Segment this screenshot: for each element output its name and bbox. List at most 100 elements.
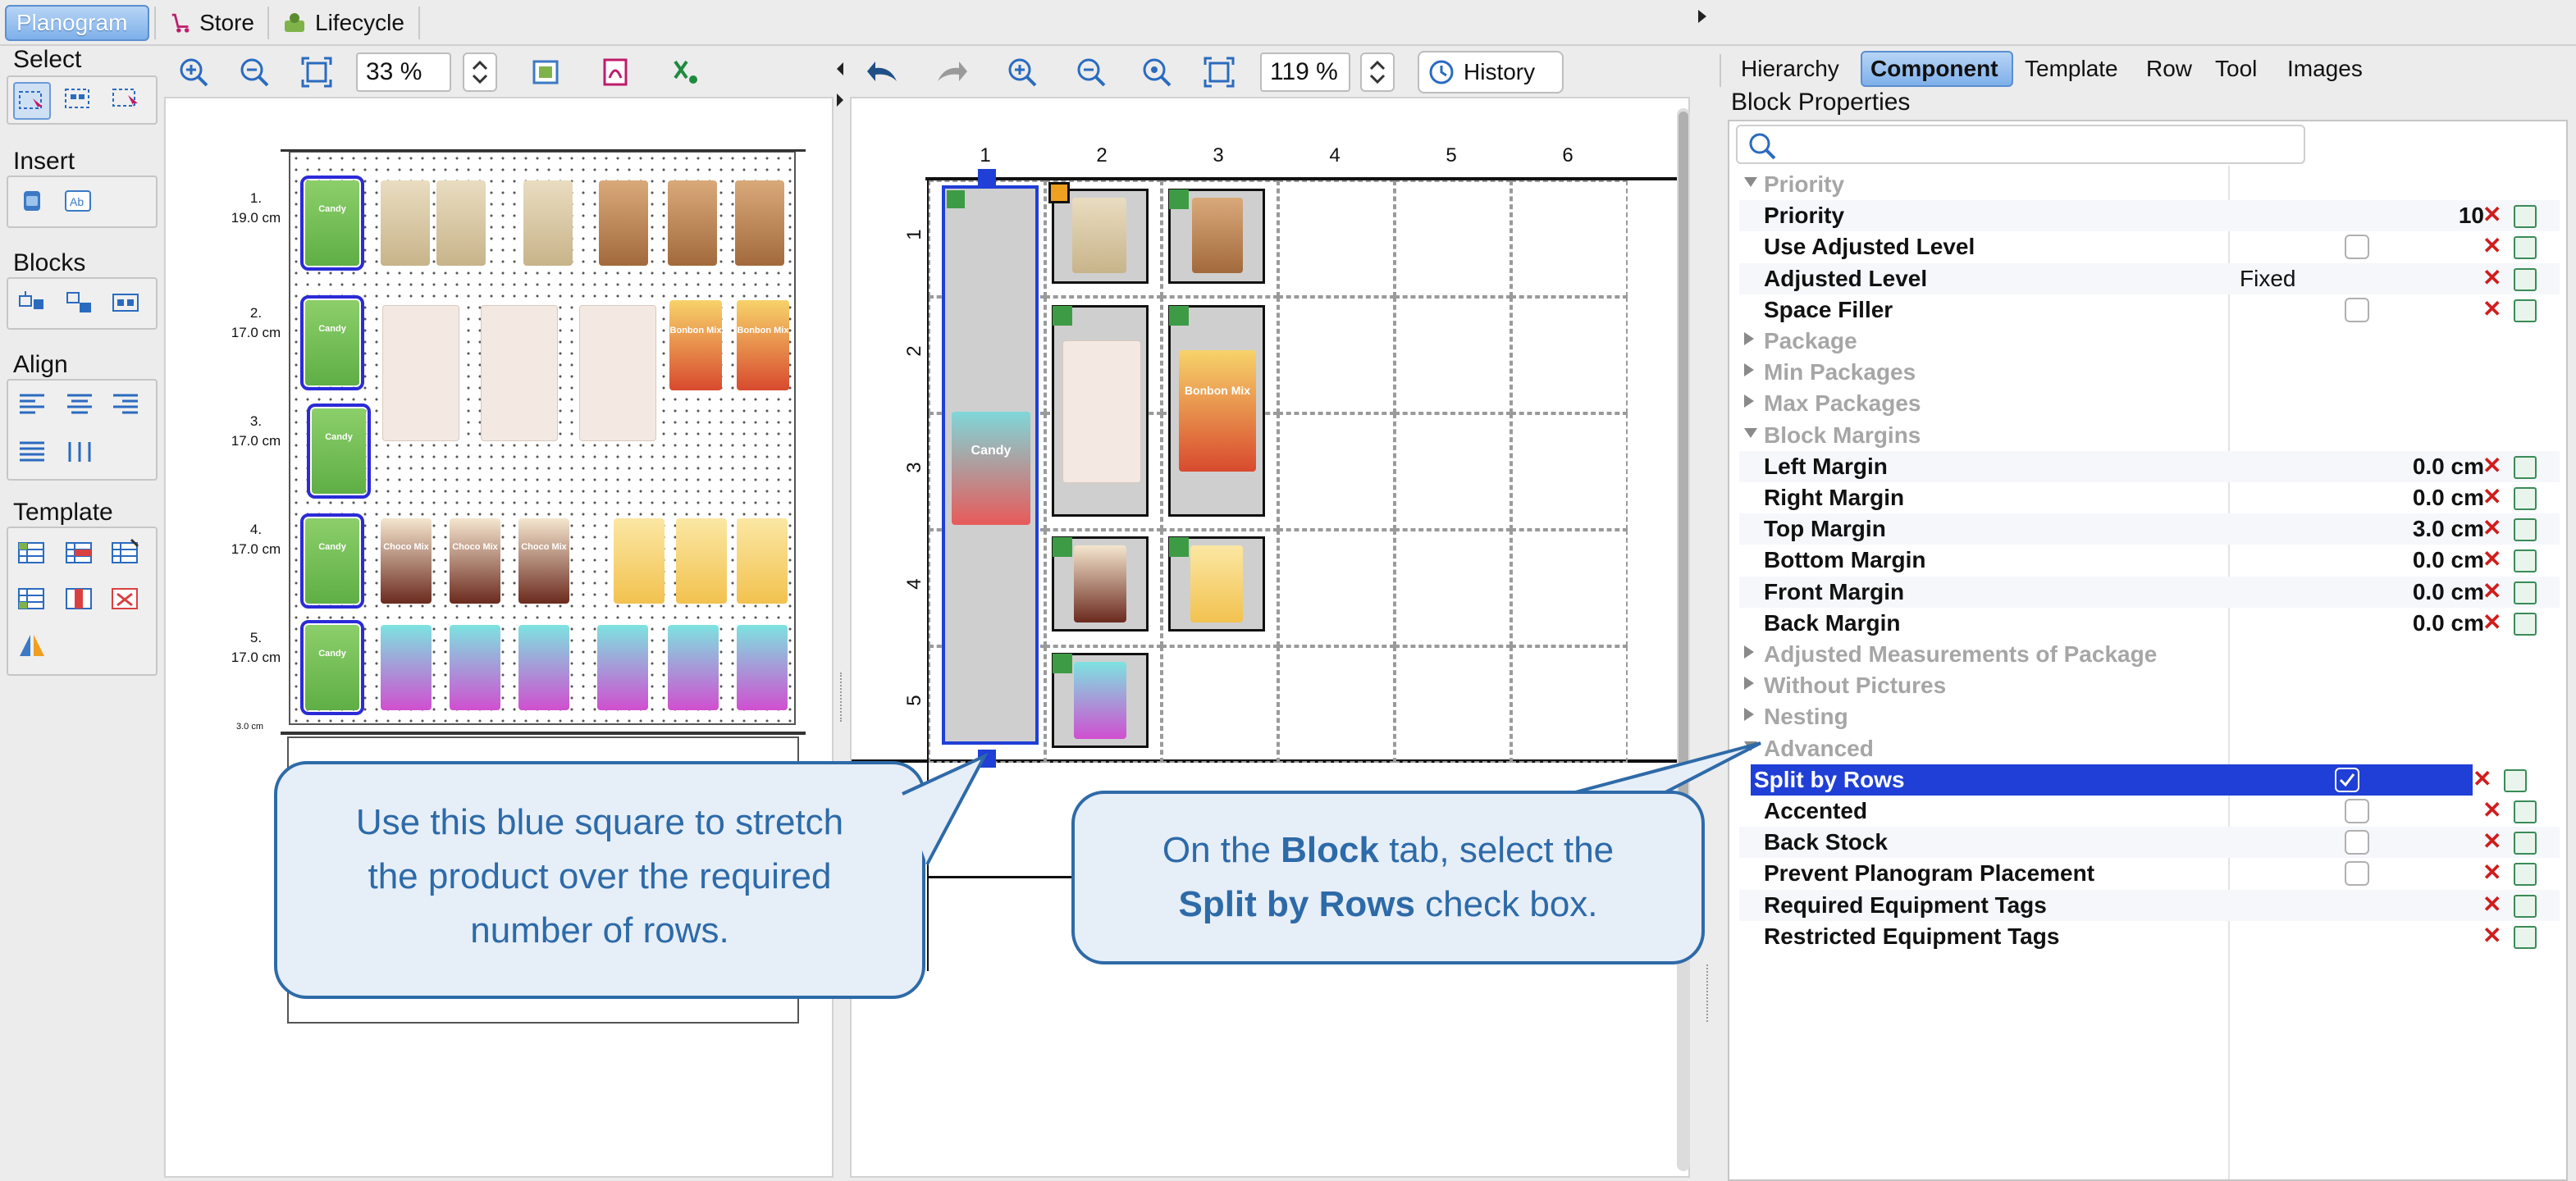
reset-icon[interactable]: ✕: [2473, 765, 2492, 793]
reset-icon[interactable]: ✕: [2482, 859, 2501, 887]
product-pack[interactable]: [597, 625, 648, 710]
export-excel-button[interactable]: [666, 52, 706, 92]
left-zoom-field[interactable]: 33 %: [356, 52, 451, 92]
insert-text-button[interactable]: Ab: [61, 184, 95, 218]
product-pack[interactable]: [599, 180, 648, 266]
property-group[interactable]: Max Packages: [1739, 388, 2560, 419]
property-group[interactable]: Min Packages: [1739, 357, 2560, 388]
tab-component[interactable]: Component: [1861, 51, 2013, 87]
property-row[interactable]: Back Margin 0.0 cm ✕: [1739, 608, 2560, 639]
grid-block[interactable]: [1168, 536, 1265, 632]
tab-images[interactable]: Images: [2279, 51, 2371, 87]
reset-icon[interactable]: ✕: [2482, 577, 2501, 605]
copy-icon[interactable]: [2514, 205, 2537, 229]
grid-fit-button[interactable]: [1199, 52, 1239, 92]
copy-icon[interactable]: [2514, 518, 2537, 542]
vertical-scrollbar[interactable]: [1677, 108, 1690, 1171]
template-clear-button[interactable]: [108, 581, 143, 615]
reset-icon[interactable]: ✕: [2482, 295, 2501, 323]
reset-icon[interactable]: ✕: [2482, 232, 2501, 260]
copy-icon[interactable]: [2514, 581, 2537, 604]
copy-icon[interactable]: [2514, 267, 2537, 291]
property-value[interactable]: 0.0 cm: [2313, 547, 2484, 573]
reset-icon[interactable]: ✕: [2482, 545, 2501, 573]
zoom-actual-button[interactable]: [1137, 52, 1176, 92]
property-row[interactable]: Top Margin 3.0 cm ✕: [1739, 513, 2560, 545]
reset-icon[interactable]: ✕: [2482, 796, 2501, 824]
property-row[interactable]: Back Stock ✕: [1739, 827, 2560, 859]
property-value[interactable]: 3.0 cm: [2313, 516, 2484, 542]
candy-product[interactable]: Candy: [307, 404, 371, 499]
property-group[interactable]: Block Margins: [1739, 420, 2560, 451]
copy-icon[interactable]: [2514, 487, 2537, 510]
copy-icon[interactable]: [2514, 894, 2537, 918]
grid-block[interactable]: [1052, 305, 1149, 517]
choco-product[interactable]: Choco Mix: [518, 518, 569, 604]
export-pdf-button[interactable]: [596, 52, 635, 92]
orange-marker[interactable]: [1048, 182, 1070, 203]
choco-product[interactable]: Choco Mix: [381, 518, 432, 604]
property-checkbox[interactable]: [2345, 235, 2369, 260]
copy-icon[interactable]: [2514, 925, 2537, 949]
copy-icon[interactable]: [2514, 236, 2537, 260]
property-group[interactable]: Adjusted Measurements of Package: [1739, 639, 2560, 670]
zoom-out-button[interactable]: [235, 52, 274, 92]
align-left-button[interactable]: [15, 387, 49, 422]
property-row[interactable]: Space Filler ✕: [1739, 294, 2560, 326]
reset-icon[interactable]: ✕: [2482, 483, 2501, 511]
property-row[interactable]: Split by Rows ✕: [1751, 764, 2527, 796]
product-box[interactable]: [579, 305, 656, 441]
tab-lifecycle[interactable]: Lifecycle: [272, 5, 420, 41]
product-pack[interactable]: [737, 518, 788, 604]
select-pointer-button[interactable]: [13, 82, 51, 120]
property-value[interactable]: Fixed: [2240, 266, 2295, 292]
scrollbar-thumb[interactable]: [1679, 112, 1688, 850]
tab-tool[interactable]: Tool: [2207, 51, 2276, 87]
property-group[interactable]: Package: [1739, 326, 2560, 357]
candy-product[interactable]: Candy: [300, 513, 364, 609]
grid-block[interactable]: Bonbon Mix: [1168, 305, 1265, 517]
product-pack[interactable]: [436, 180, 486, 266]
search-input[interactable]: [1782, 130, 2291, 159]
align-right-button[interactable]: [108, 387, 143, 422]
product-pack[interactable]: [614, 518, 665, 604]
template-mirror-button[interactable]: [15, 628, 49, 663]
reset-icon[interactable]: ✕: [2482, 609, 2501, 636]
undo-button[interactable]: [863, 52, 902, 92]
block-add-button[interactable]: [15, 285, 49, 320]
tab-hierarchy[interactable]: Hierarchy: [1733, 51, 1864, 87]
property-row[interactable]: Front Margin 0.0 cm ✕: [1739, 576, 2560, 608]
grid-zoom-stepper[interactable]: [1360, 52, 1395, 92]
history-button[interactable]: History: [1418, 51, 1564, 93]
grid-zoom-out-button[interactable]: [1071, 52, 1111, 92]
property-checkbox[interactable]: [2335, 767, 2359, 792]
property-row[interactable]: Adjusted Level Fixed ✕: [1739, 262, 2560, 294]
distribute-columns-button[interactable]: [62, 435, 97, 469]
copy-icon[interactable]: [2514, 800, 2537, 823]
product-pack[interactable]: [737, 625, 788, 710]
product-pack[interactable]: [668, 180, 717, 266]
tab-store[interactable]: Store: [161, 5, 264, 41]
product-box[interactable]: [382, 305, 459, 441]
insert-product-button[interactable]: [15, 184, 49, 218]
search-field[interactable]: [1736, 125, 2305, 164]
block-grid-canvas[interactable]: 1 2 3 4 5 6 1 2 3 4 5 Candy Bonbon Mix: [850, 97, 1690, 1178]
selected-candy-block[interactable]: Candy: [942, 185, 1039, 745]
splitter-grip[interactable]: [1706, 964, 1711, 1022]
copy-icon[interactable]: [2504, 768, 2527, 792]
reset-icon[interactable]: ✕: [2482, 201, 2501, 229]
grid-block[interactable]: [1168, 189, 1265, 284]
copy-icon[interactable]: [2514, 612, 2537, 636]
copy-icon[interactable]: [2514, 455, 2537, 479]
property-row[interactable]: Required Equipment Tags ✕: [1739, 889, 2560, 921]
property-row[interactable]: Use Adjusted Level ✕: [1739, 231, 2560, 262]
select-tool-button[interactable]: [108, 82, 143, 116]
property-row[interactable]: Prevent Planogram Placement ✕: [1739, 858, 2560, 889]
tab-planogram[interactable]: Planogram: [5, 5, 149, 41]
template-add-button[interactable]: [15, 535, 49, 569]
copy-icon[interactable]: [2514, 299, 2537, 322]
grid-block[interactable]: [1052, 536, 1149, 632]
bonbon-product[interactable]: Bonbon Mix: [669, 300, 722, 390]
distribute-rows-button[interactable]: [15, 435, 49, 469]
splitter-grip[interactable]: [840, 673, 845, 722]
